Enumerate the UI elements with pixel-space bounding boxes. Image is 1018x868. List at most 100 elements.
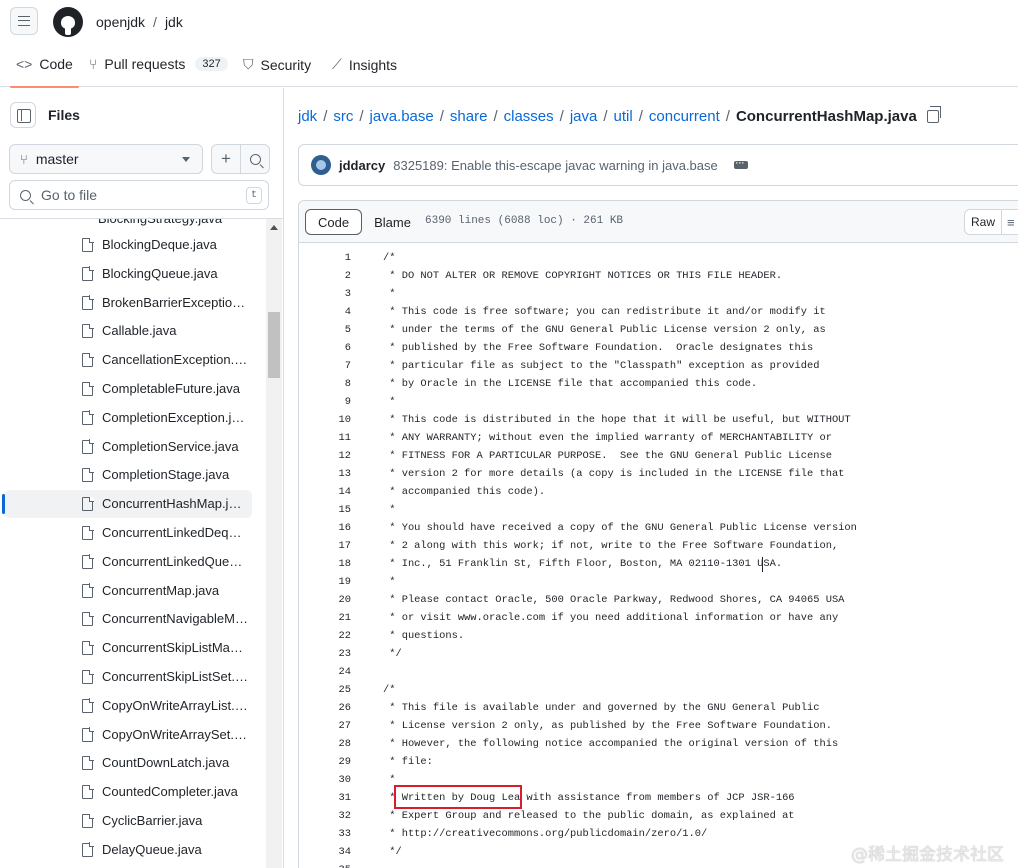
breadcrumb-link[interactable]: java	[570, 108, 598, 125]
menu-button[interactable]	[10, 7, 38, 35]
collapse-panel-icon[interactable]	[10, 102, 36, 128]
blame-view-button[interactable]: Blame	[362, 209, 423, 235]
line-number[interactable]: 34	[299, 843, 351, 861]
breadcrumb-link[interactable]: concurrent	[649, 108, 720, 125]
search-files-button[interactable]	[240, 144, 270, 174]
file-tree-item[interactable]: CompletionStage.java	[4, 461, 252, 489]
repo-name-link[interactable]: jdk	[165, 14, 183, 30]
scroll-up-arrow-icon[interactable]	[270, 225, 278, 230]
line-number[interactable]: 24	[299, 663, 351, 681]
file-tree-item[interactable]: ConcurrentLinkedDeque.java	[4, 519, 252, 547]
code-line: 21 * or visit www.oracle.com if you need…	[299, 609, 1018, 627]
line-number[interactable]: 18	[299, 555, 351, 573]
line-content: * http://creativecommons.org/publicdomai…	[383, 828, 708, 840]
line-number[interactable]: 28	[299, 735, 351, 753]
breadcrumb-link[interactable]: util	[614, 108, 633, 125]
file-tree-item[interactable]: BrokenBarrierException.java	[4, 289, 252, 317]
file-tree-item[interactable]: CancellationException.java	[4, 346, 252, 374]
file-tree-item[interactable]: ConcurrentSkipListMap.java	[4, 634, 252, 662]
file-tree-item[interactable]: CopyOnWriteArraySet.java	[4, 721, 252, 749]
breadcrumb-link[interactable]: src	[333, 108, 353, 125]
file-tree-item[interactable]: CopyOnWriteArrayList.java	[4, 692, 252, 720]
line-number[interactable]: 10	[299, 411, 351, 429]
repo-nav: <> Code ⑂ Pull requests 327 ⛉ Security ⟋…	[0, 44, 1018, 88]
raw-button[interactable]: Raw	[964, 209, 1002, 235]
line-number[interactable]: 25	[299, 681, 351, 699]
line-number[interactable]: 16	[299, 519, 351, 537]
commit-message[interactable]: 8325189: Enable this-escape javac warnin…	[393, 158, 718, 173]
line-content: * Inc., 51 Franklin St, Fifth Floor, Bos…	[383, 558, 783, 570]
breadcrumb-link[interactable]: share	[450, 108, 488, 125]
branch-selector[interactable]: ⑂ master	[9, 144, 203, 174]
github-logo-icon[interactable]	[53, 7, 83, 37]
breadcrumb-link[interactable]: jdk	[298, 108, 317, 125]
line-number[interactable]: 14	[299, 483, 351, 501]
file-tree-item[interactable]: CountDownLatch.java	[4, 749, 252, 777]
line-number[interactable]: 31	[299, 789, 351, 807]
line-number[interactable]: 11	[299, 429, 351, 447]
tab-insights[interactable]: ⟋ Insights	[332, 56, 397, 73]
file-tree-item-label: CopyOnWriteArrayList.java	[102, 697, 248, 713]
line-number[interactable]: 6	[299, 339, 351, 357]
line-number[interactable]: 35	[299, 861, 351, 868]
file-tree-item[interactable]: Callable.java	[4, 317, 252, 345]
line-number[interactable]: 27	[299, 717, 351, 735]
code-line: 17 * 2 along with this work; if not, wri…	[299, 537, 1018, 555]
file-tree-partial-item[interactable]: BlockingStrategy.java	[98, 219, 222, 226]
breadcrumb-link[interactable]: java.base	[370, 108, 434, 125]
line-number[interactable]: 20	[299, 591, 351, 609]
go-to-file-field[interactable]: t	[9, 180, 269, 210]
ellipsis-icon[interactable]	[733, 155, 748, 169]
line-number[interactable]: 8	[299, 375, 351, 393]
line-number[interactable]: 15	[299, 501, 351, 519]
go-to-file-input[interactable]	[41, 187, 231, 203]
file-tree-item[interactable]: ConcurrentNavigableMap.java	[4, 605, 252, 633]
line-number[interactable]: 26	[299, 699, 351, 717]
tab-security[interactable]: ⛉ Security	[243, 56, 311, 73]
add-file-button[interactable]: +	[211, 144, 241, 174]
file-tree-item[interactable]: CompletableFuture.java	[4, 375, 252, 403]
file-tree-item[interactable]: ConcurrentLinkedQueue.java	[4, 548, 252, 576]
line-number[interactable]: 23	[299, 645, 351, 663]
line-number[interactable]: 3	[299, 285, 351, 303]
file-tree-item[interactable]: CompletionService.java	[4, 433, 252, 461]
file-tree-item[interactable]: DelayQueue.java	[4, 836, 252, 864]
more-options-icon[interactable]: ≡	[1001, 209, 1018, 235]
line-number[interactable]: 17	[299, 537, 351, 555]
line-number[interactable]: 22	[299, 627, 351, 645]
code-view-button[interactable]: Code	[305, 209, 363, 235]
code-line: 18 * Inc., 51 Franklin St, Fifth Floor, …	[299, 555, 1018, 573]
line-number[interactable]: 19	[299, 573, 351, 591]
commit-author[interactable]: jddarcy	[339, 158, 385, 173]
file-tree-item[interactable]: ConcurrentHashMap.java	[2, 490, 252, 519]
tab-code[interactable]: <> Code	[10, 56, 79, 88]
line-number[interactable]: 21	[299, 609, 351, 627]
breadcrumb-link[interactable]: classes	[504, 108, 554, 125]
line-number[interactable]: 13	[299, 465, 351, 483]
line-number[interactable]: 1	[299, 249, 351, 267]
scrollbar-thumb[interactable]	[268, 312, 280, 378]
file-tree-item[interactable]: BlockingQueue.java	[4, 260, 252, 288]
copy-path-icon[interactable]	[926, 106, 941, 123]
avatar[interactable]	[311, 155, 331, 175]
repo-owner-link[interactable]: openjdk	[96, 14, 145, 30]
tab-pull-requests[interactable]: ⑂ Pull requests 327	[89, 56, 228, 72]
file-tree-scrollbar[interactable]	[266, 219, 282, 868]
file-tree-item[interactable]: ConcurrentSkipListSet.java	[4, 663, 252, 691]
file-tree-item[interactable]: ConcurrentMap.java	[4, 577, 252, 605]
line-number[interactable]: 2	[299, 267, 351, 285]
line-number[interactable]: 9	[299, 393, 351, 411]
line-number[interactable]: 4	[299, 303, 351, 321]
file-tree-item[interactable]: CyclicBarrier.java	[4, 807, 252, 835]
file-tree-item[interactable]: BlockingDeque.java	[4, 231, 252, 259]
line-number[interactable]: 7	[299, 357, 351, 375]
line-number[interactable]: 29	[299, 753, 351, 771]
file-tree-item[interactable]: CountedCompleter.java	[4, 778, 252, 806]
line-number[interactable]: 12	[299, 447, 351, 465]
line-number[interactable]: 33	[299, 825, 351, 843]
line-number[interactable]: 5	[299, 321, 351, 339]
file-tree-item[interactable]: CompletionException.java	[4, 404, 252, 432]
line-number[interactable]: 32	[299, 807, 351, 825]
line-number[interactable]: 30	[299, 771, 351, 789]
file-tree-item-label: CompletionService.java	[102, 438, 239, 454]
